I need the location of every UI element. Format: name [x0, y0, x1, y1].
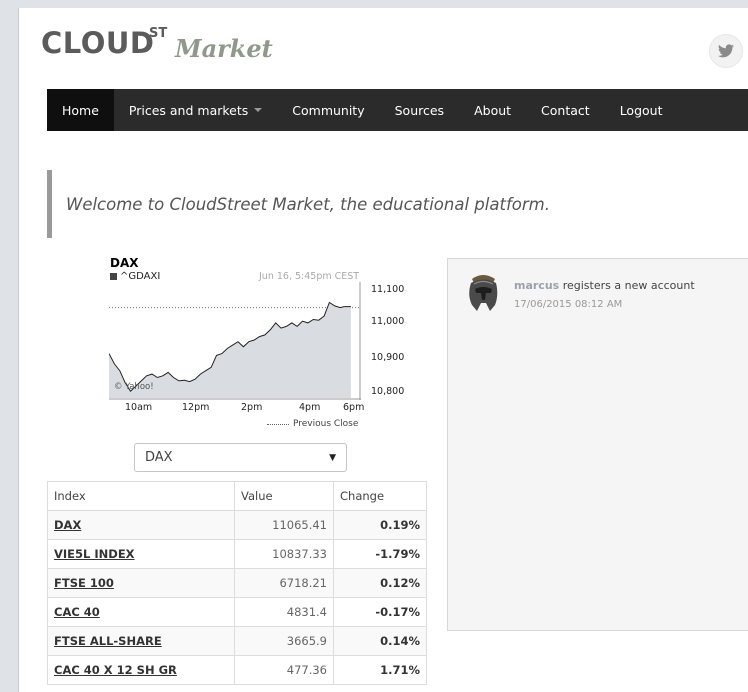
- change-cell: 1.71%: [333, 655, 427, 685]
- value-cell: 3665.9: [234, 626, 334, 656]
- page: CLOUD ST Market Home Prices and markets …: [18, 8, 748, 692]
- indices-table: Index Value Change DAX 11065.41 0.19% VIE5L…: [47, 481, 427, 685]
- activity-text: marcus registers a new account: [514, 279, 695, 292]
- index-cell: CAC 40 X 12 SH GR: [47, 655, 235, 685]
- y-tick: 10,900: [371, 352, 405, 363]
- nav-item-logout[interactable]: Logout: [605, 89, 678, 131]
- previous-close-label: Previous Close: [293, 419, 359, 429]
- chart-symbol: ^GDAXI: [110, 271, 160, 282]
- nav-item-about[interactable]: About: [459, 89, 526, 131]
- series-square-icon: [110, 273, 117, 280]
- nav-item-home[interactable]: Home: [47, 89, 114, 131]
- chart-date: Jun 16, 5:45pm CEST: [259, 271, 360, 282]
- x-tick: 2pm: [241, 402, 263, 413]
- logo-st-text: ST: [149, 26, 168, 41]
- dropdown-arrow-icon: ▼: [329, 452, 336, 463]
- index-select[interactable]: DAX ▼: [134, 443, 347, 472]
- x-tick: 10am: [125, 402, 153, 413]
- logo-cloud-text: CLOUD: [41, 26, 155, 60]
- activity-action: registers a new account: [562, 279, 695, 292]
- table-row: DAX 11065.41 0.19%: [47, 510, 427, 540]
- table-row: CAC 40 X 12 SH GR 477.36 1.71%: [47, 655, 427, 685]
- index-select-value: DAX: [145, 450, 173, 465]
- change-cell: 0.12%: [333, 568, 427, 598]
- nav-item-label: Home: [62, 102, 99, 118]
- value-cell: 11065.41: [234, 510, 334, 540]
- change-cell: 0.14%: [333, 626, 427, 656]
- activity-user-link[interactable]: marcus: [514, 279, 559, 292]
- welcome-text: Welcome to CloudStreet Market, the educa…: [66, 194, 550, 214]
- nav-item-contact[interactable]: Contact: [526, 89, 605, 131]
- twitter-icon: [718, 44, 734, 58]
- nav-item-prices-and-markets[interactable]: Prices and markets: [114, 89, 277, 131]
- chart-symbol-label: ^GDAXI: [120, 271, 161, 282]
- dotted-line-icon: [267, 423, 289, 425]
- value-cell: 4831.4: [234, 597, 334, 627]
- nav-item-sources[interactable]: Sources: [380, 89, 459, 131]
- nav-item-label: Contact: [541, 102, 590, 118]
- twitter-button[interactable]: [709, 34, 743, 68]
- index-link[interactable]: DAX: [54, 518, 81, 532]
- column-header-value[interactable]: Value: [234, 481, 334, 511]
- change-cell: -1.79%: [333, 539, 427, 569]
- welcome-banner: Welcome to CloudStreet Market, the educa…: [47, 170, 748, 238]
- value-cell: 10837.33: [234, 539, 334, 569]
- logo-market-text: Market: [175, 34, 273, 63]
- x-tick: 4pm: [299, 402, 321, 413]
- column-header-index[interactable]: Index: [47, 481, 235, 511]
- spartan-helmet-avatar-icon[interactable]: [462, 273, 504, 315]
- x-tick: 6pm: [343, 402, 365, 413]
- nav-item-label: Prices and markets: [128, 102, 249, 118]
- activity-feed: marcus registers a new account 17/06/201…: [447, 258, 748, 631]
- index-link[interactable]: CAC 40: [54, 605, 100, 619]
- y-tick: 11,000: [371, 316, 405, 327]
- nav-item-community[interactable]: Community: [277, 89, 379, 131]
- nav-item-label: Community: [292, 102, 365, 118]
- index-cell: DAX: [47, 510, 235, 540]
- x-tick: 12pm: [182, 402, 210, 413]
- index-cell: CAC 40: [47, 597, 235, 627]
- chart-copyright: © Yahoo!: [114, 382, 154, 392]
- change-cell: 0.19%: [333, 510, 427, 540]
- change-cell: -0.17%: [333, 597, 427, 627]
- index-link[interactable]: CAC 40 X 12 SH GR: [54, 663, 177, 677]
- nav-item-label: Sources: [394, 102, 445, 118]
- nav-item-label: About: [474, 102, 512, 118]
- previous-close-legend: Previous Close: [267, 419, 358, 429]
- index-cell: FTSE ALL-SHARE: [47, 626, 235, 656]
- index-link[interactable]: FTSE ALL-SHARE: [54, 634, 162, 648]
- index-cell: FTSE 100: [47, 568, 235, 598]
- column-header-change[interactable]: Change: [333, 481, 427, 511]
- y-tick: 10,800: [371, 386, 405, 397]
- caret-down-icon: [254, 108, 263, 112]
- table-row: CAC 40 4831.4 -0.17%: [47, 597, 427, 627]
- index-link[interactable]: VIE5L INDEX: [54, 547, 135, 561]
- main-nav: Home Prices and markets Community Source…: [47, 89, 748, 131]
- value-cell: 477.36: [234, 655, 334, 685]
- table-header-row: Index Value Change: [47, 481, 427, 511]
- chart-title: DAX: [110, 256, 139, 270]
- table-row: FTSE 100 6718.21 0.12%: [47, 568, 427, 598]
- table-row: FTSE ALL-SHARE 3665.9 0.14%: [47, 626, 427, 656]
- value-cell: 6718.21: [234, 568, 334, 598]
- nav-item-label: Logout: [619, 102, 663, 118]
- table-row: VIE5L INDEX 10837.33 -1.79%: [47, 539, 427, 569]
- y-tick: 11,100: [371, 284, 405, 295]
- index-link[interactable]: FTSE 100: [54, 576, 114, 590]
- index-cell: VIE5L INDEX: [47, 539, 235, 569]
- activity-timestamp: 17/06/2015 08:12 AM: [514, 299, 623, 310]
